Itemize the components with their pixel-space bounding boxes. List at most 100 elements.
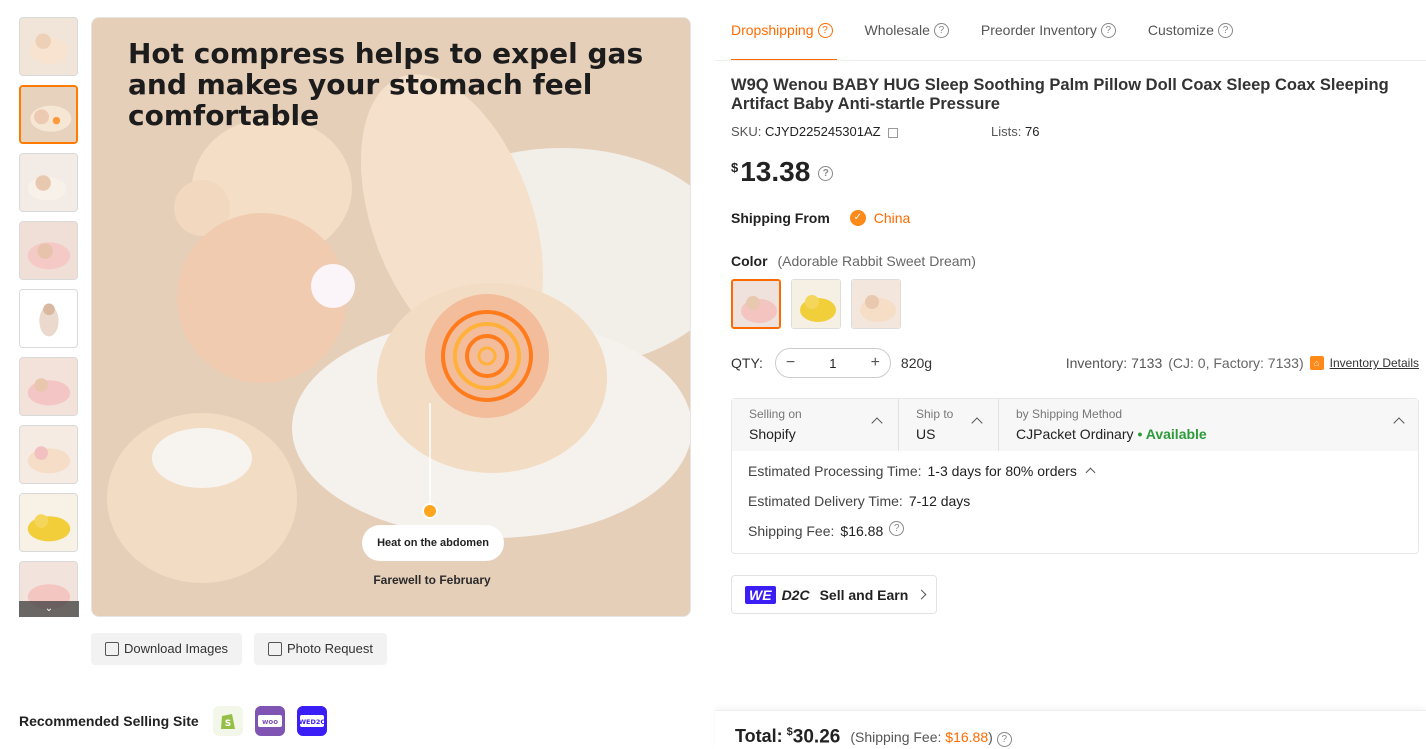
- total-label: Total:: [735, 726, 783, 747]
- thumbnail[interactable]: [19, 493, 78, 552]
- order-total: Total: $30.26 (Shipping Fee: $16.88) ?: [735, 726, 1012, 748]
- svg-text:WED2C: WED2C: [300, 718, 324, 726]
- delivery-label: Estimated Delivery Time:: [748, 493, 903, 509]
- lists-value: 76: [1024, 124, 1040, 139]
- inventory-info: Inventory: 7133 (CJ: 0, Factory: 7133) ⌂…: [1066, 355, 1419, 371]
- quantity-stepper: − +: [774, 348, 891, 378]
- sku-info: SKU: CJYD225245301AZ: [731, 124, 899, 139]
- shipping-method-label: by Shipping Method: [1016, 407, 1123, 421]
- color-label: Color: [731, 253, 768, 269]
- thumbnail[interactable]: [19, 85, 78, 144]
- fee-value: $16.88: [945, 729, 989, 746]
- color-selector-label: Color (Adorable Rabbit Sweet Dream): [731, 253, 976, 269]
- heat-label: Heat on the abdomen: [362, 525, 504, 561]
- quantity-row: QTY: − + 820g Inventory: 7133 (CJ: 0, Fa…: [731, 348, 1419, 378]
- shipping-method-select[interactable]: by Shipping Method CJPacket Ordinary • Av…: [998, 399, 1418, 451]
- wed2c-icon[interactable]: WED2C: [296, 706, 327, 736]
- delivery-time: Estimated Delivery Time: 7-12 days: [748, 491, 1418, 521]
- color-swatch[interactable]: [791, 279, 841, 329]
- sku-label: SKU:: [731, 124, 762, 139]
- thumbnail-strip: ⌄: [19, 17, 79, 617]
- help-icon[interactable]: ?: [996, 732, 1012, 748]
- processing-value: 1-3 days for 80% orders: [927, 463, 1077, 479]
- color-selected: (Adorable Rabbit Sweet Dream): [777, 253, 976, 269]
- increment-button[interactable]: +: [871, 354, 880, 372]
- thumbnail[interactable]: [19, 17, 78, 76]
- shipping-from-option[interactable]: China: [874, 210, 911, 226]
- ship-to-label: Ship to: [916, 407, 954, 421]
- shipping-fee-value: $16.88: [840, 523, 884, 539]
- total-amount: $30.26: [787, 726, 841, 748]
- photo-request-button[interactable]: Photo Request: [254, 633, 388, 665]
- color-swatches: [731, 279, 901, 329]
- quantity-input[interactable]: [812, 355, 853, 371]
- check-icon: ✓: [849, 210, 866, 226]
- purchase-mode-tabs: Dropshipping ? Wholesale ? Preorder Inve…: [731, 12, 1265, 62]
- tab-wholesale[interactable]: Wholesale ?: [865, 12, 949, 48]
- woocommerce-icon[interactable]: woo: [254, 706, 285, 736]
- sell-and-earn-label: Sell and Earn: [819, 586, 909, 603]
- shipping-method-value: CJPacket Ordinary: [1016, 426, 1134, 442]
- decrement-button[interactable]: −: [786, 354, 795, 372]
- image-caption: Hot compress helps to expel gas and make…: [128, 37, 644, 132]
- video-icon: [268, 642, 282, 656]
- currency-symbol: $: [731, 160, 739, 175]
- tabs-divider: [715, 60, 1426, 61]
- thumbnail[interactable]: [19, 289, 78, 348]
- inventory-details-link[interactable]: Inventory Details: [1330, 356, 1419, 370]
- warehouse-icon: ⌂: [1309, 356, 1324, 370]
- tab-dropshipping[interactable]: Dropshipping ?: [731, 12, 836, 61]
- farewell-text: Farewell to February: [373, 573, 491, 587]
- help-icon[interactable]: ?: [1217, 22, 1233, 38]
- price-value: 13.38: [740, 156, 811, 187]
- total-shipping-fee: (Shipping Fee: $16.88): [850, 729, 992, 745]
- svg-text:woo: woo: [262, 718, 278, 726]
- tab-label: Dropshipping: [731, 22, 814, 38]
- help-icon[interactable]: ?: [933, 22, 949, 38]
- tab-customize[interactable]: Customize ?: [1148, 12, 1233, 48]
- chevron-up-icon[interactable]: [1085, 467, 1096, 478]
- processing-label: Estimated Processing Time:: [748, 463, 922, 479]
- photo-request-label: Photo Request: [287, 641, 374, 656]
- processing-time: Estimated Processing Time: 1-3 days for …: [748, 461, 1418, 491]
- help-icon[interactable]: ?: [889, 521, 905, 536]
- thumbnail-scroll-down-button[interactable]: ⌄: [19, 601, 79, 617]
- copy-icon[interactable]: [888, 127, 899, 138]
- fee-suffix: ): [988, 729, 993, 746]
- download-images-button[interactable]: Download Images: [91, 633, 243, 665]
- product-title: W9Q Wenou BABY HUG Sleep Soothing Palm P…: [731, 76, 1389, 113]
- delivery-value: 7-12 days: [908, 493, 971, 509]
- recommended-title: Recommended Selling Site: [19, 713, 199, 729]
- lists-label: Lists:: [991, 124, 1022, 139]
- shipping-from-label: Shipping From: [731, 210, 830, 226]
- help-icon[interactable]: ?: [818, 166, 834, 181]
- tab-label: Preorder Inventory: [980, 22, 1097, 38]
- sku-value: CJYD225245301AZ: [764, 124, 881, 139]
- color-swatch[interactable]: [851, 279, 901, 329]
- main-product-image: Hot compress helps to expel gas and make…: [91, 17, 691, 617]
- tab-label: Wholesale: [864, 22, 930, 38]
- thumbnail[interactable]: [19, 221, 78, 280]
- download-images-label: Download Images: [124, 641, 229, 656]
- shipping-fee: Shipping Fee: $16.88 ?: [748, 521, 1418, 551]
- thumbnail[interactable]: [19, 153, 78, 212]
- tab-preorder-inventory[interactable]: Preorder Inventory ?: [981, 12, 1116, 48]
- shopify-icon[interactable]: S: [212, 706, 243, 736]
- ship-to-select[interactable]: Ship to US: [898, 399, 998, 451]
- thumbnail[interactable]: [19, 425, 78, 484]
- qty-label: QTY:: [731, 355, 763, 371]
- selling-on-select[interactable]: Selling on Shopify: [732, 399, 898, 451]
- help-icon[interactable]: ?: [817, 22, 833, 38]
- ship-to-value: US: [916, 426, 936, 442]
- lists-info: Lists: 76: [991, 124, 1039, 139]
- sell-and-earn-button[interactable]: WE D2C Sell and Earn: [731, 575, 937, 614]
- shipping-fee-label: Shipping Fee:: [748, 523, 835, 539]
- image-icon: [105, 642, 119, 656]
- shipping-header: Selling on Shopify Ship to US by Shippin…: [732, 399, 1418, 451]
- help-icon[interactable]: ?: [1100, 22, 1116, 38]
- chevron-right-icon: [916, 589, 927, 600]
- color-swatch[interactable]: [731, 279, 781, 329]
- availability-status: • Available: [1137, 426, 1207, 442]
- thumbnail[interactable]: [19, 357, 78, 416]
- shipping-panel: Selling on Shopify Ship to US by Shippin…: [731, 398, 1419, 554]
